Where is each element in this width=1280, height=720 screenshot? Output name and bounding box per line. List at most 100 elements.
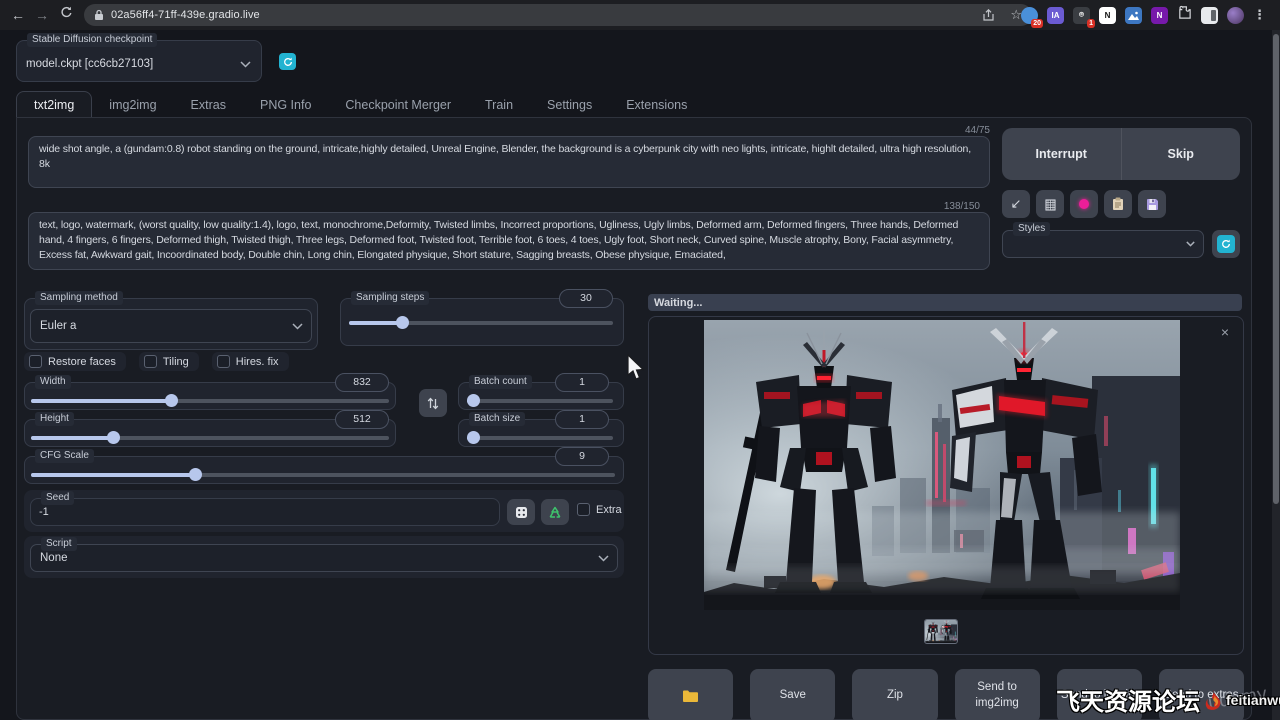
- browser-forward-button[interactable]: →: [30, 7, 54, 23]
- tiling-checkbox[interactable]: Tiling: [139, 352, 199, 371]
- share-icon[interactable]: [982, 9, 996, 22]
- sampling-steps-value[interactable]: 30: [559, 289, 613, 308]
- negative-prompt-input[interactable]: text, logo, watermark, (worst quality, l…: [28, 212, 990, 270]
- extension-blue-icon[interactable]: 20: [1021, 7, 1038, 24]
- batch-count-value[interactable]: 1: [555, 373, 609, 392]
- hires-fix-checkbox[interactable]: Hires. fix: [212, 352, 289, 371]
- clipboard-icon: [1112, 197, 1124, 211]
- slider-handle[interactable]: [396, 316, 409, 329]
- checkpoint-dropdown[interactable]: Stable Diffusion checkpoint model.ckpt […: [16, 40, 262, 82]
- extension-badge: 20: [1031, 19, 1043, 28]
- sampling-method-dropdown[interactable]: Euler a: [30, 309, 312, 343]
- sampling-method-label: Sampling method: [35, 291, 123, 305]
- browser-menu-icon[interactable]: ⋮: [1253, 7, 1266, 23]
- trash-icon: [1044, 198, 1057, 211]
- skip-button[interactable]: Skip: [1122, 128, 1241, 180]
- height-slider[interactable]: [31, 436, 389, 440]
- cfg-scale-slider[interactable]: [31, 473, 615, 477]
- batch-count-slider[interactable]: [467, 399, 613, 403]
- progress-text: Waiting...: [648, 297, 702, 309]
- send-to-img2img-button[interactable]: Send to img2img: [955, 669, 1040, 720]
- batch-size-slider[interactable]: [467, 436, 613, 440]
- watermark-site-text: feitianwu7.com: [1226, 692, 1280, 708]
- floppy-disk-icon: [1146, 198, 1159, 211]
- tab-extensions[interactable]: Extensions: [609, 92, 704, 118]
- cfg-scale-block: CFG Scale 9: [24, 456, 624, 484]
- extension-onenote-icon[interactable]: N: [1151, 7, 1168, 24]
- swap-arrows-icon: [427, 397, 439, 410]
- slider-handle[interactable]: [165, 394, 178, 407]
- slider-handle[interactable]: [107, 431, 120, 444]
- tab-checkpoint-merger[interactable]: Checkpoint Merger: [328, 92, 468, 118]
- checkbox-box[interactable]: [29, 355, 42, 368]
- save-button[interactable]: Save: [750, 669, 835, 720]
- tab-train[interactable]: Train: [468, 92, 530, 118]
- zip-button[interactable]: Zip: [852, 669, 937, 720]
- styles-refresh-button[interactable]: [1212, 230, 1240, 258]
- profile-avatar[interactable]: [1227, 7, 1244, 24]
- cfg-scale-value[interactable]: 9: [555, 447, 609, 466]
- extra-networks-button[interactable]: [1070, 190, 1098, 218]
- tab-txt2img[interactable]: txt2img: [16, 91, 92, 119]
- browser-toolbar: ← → 02a56ff4-71ff-439e.gradio.live ☆ 20 …: [0, 0, 1280, 30]
- checkpoint-value: model.ckpt [cc6cb27103]: [26, 58, 153, 70]
- interrupt-button[interactable]: Interrupt: [1002, 128, 1122, 180]
- styles-dropdown[interactable]: Styles: [1002, 230, 1204, 258]
- swap-dimensions-button[interactable]: [419, 389, 447, 417]
- mouse-cursor: [626, 354, 645, 382]
- checkbox-box[interactable]: [577, 503, 590, 516]
- browser-reload-button[interactable]: [54, 6, 78, 24]
- tab-png-info[interactable]: PNG Info: [243, 92, 328, 118]
- scrollbar-thumb[interactable]: [1273, 34, 1279, 504]
- save-style-button[interactable]: [1138, 190, 1166, 218]
- checkbox-box[interactable]: [144, 355, 157, 368]
- close-icon[interactable]: ×: [1221, 325, 1229, 339]
- slider-handle[interactable]: [189, 468, 202, 481]
- sidebar-icon[interactable]: [1201, 7, 1218, 24]
- extension-image-icon[interactable]: [1125, 7, 1142, 24]
- slider-handle[interactable]: [467, 394, 480, 407]
- chevron-down-icon: [240, 61, 251, 68]
- gallery-thumbnail[interactable]: [925, 620, 957, 643]
- address-bar[interactable]: 02a56ff4-71ff-439e.gradio.live ☆: [84, 4, 1032, 26]
- extra-seed-checkbox[interactable]: Extra: [572, 500, 622, 519]
- reuse-seed-button[interactable]: [541, 499, 569, 525]
- checkpoint-refresh-button[interactable]: [279, 53, 296, 70]
- random-seed-button[interactable]: [507, 499, 535, 525]
- page-scrollbar[interactable]: [1272, 30, 1280, 720]
- width-slider[interactable]: [31, 399, 389, 403]
- tab-settings[interactable]: Settings: [530, 92, 609, 118]
- batch-size-value[interactable]: 1: [555, 410, 609, 429]
- extension-ia-icon[interactable]: IA: [1047, 7, 1064, 24]
- clear-prompt-button[interactable]: [1036, 190, 1064, 218]
- folder-icon: [682, 689, 699, 703]
- script-label: Script: [41, 537, 77, 551]
- extensions-puzzle-icon[interactable]: [1177, 5, 1192, 25]
- chevron-down-icon: [598, 555, 609, 562]
- sampling-steps-slider[interactable]: [349, 321, 613, 325]
- extension-notion-icon[interactable]: N: [1099, 7, 1116, 24]
- slider-handle[interactable]: [467, 431, 480, 444]
- palette-dot-icon: [1079, 199, 1089, 209]
- tab-extras[interactable]: Extras: [174, 92, 243, 118]
- toggle-row: Restore faces Tiling Hires. fix: [24, 352, 289, 371]
- open-folder-button[interactable]: [648, 669, 733, 720]
- browser-back-button[interactable]: ←: [6, 7, 30, 23]
- script-dropdown[interactable]: Script None: [30, 544, 618, 572]
- checkbox-box[interactable]: [217, 355, 230, 368]
- refresh-icon: [283, 57, 293, 67]
- main-tabs: txt2img img2img Extras PNG Info Checkpoi…: [16, 90, 704, 118]
- lock-icon: [94, 9, 104, 21]
- apply-style-button[interactable]: [1104, 190, 1132, 218]
- extension-camera-icon[interactable]: ⌾1: [1073, 7, 1090, 24]
- generated-image[interactable]: [704, 320, 1180, 610]
- tab-img2img[interactable]: img2img: [92, 92, 173, 118]
- prompt-input[interactable]: wide shot angle, a (gundam:0.8) robot st…: [28, 136, 990, 188]
- paste-params-button[interactable]: ↙: [1002, 190, 1030, 218]
- width-value[interactable]: 832: [335, 373, 389, 392]
- chevron-down-icon: [292, 323, 303, 330]
- seed-input[interactable]: Seed -1: [30, 498, 500, 526]
- batch-size-label: Batch size: [469, 412, 525, 426]
- height-value[interactable]: 512: [335, 410, 389, 429]
- restore-faces-checkbox[interactable]: Restore faces: [24, 352, 126, 371]
